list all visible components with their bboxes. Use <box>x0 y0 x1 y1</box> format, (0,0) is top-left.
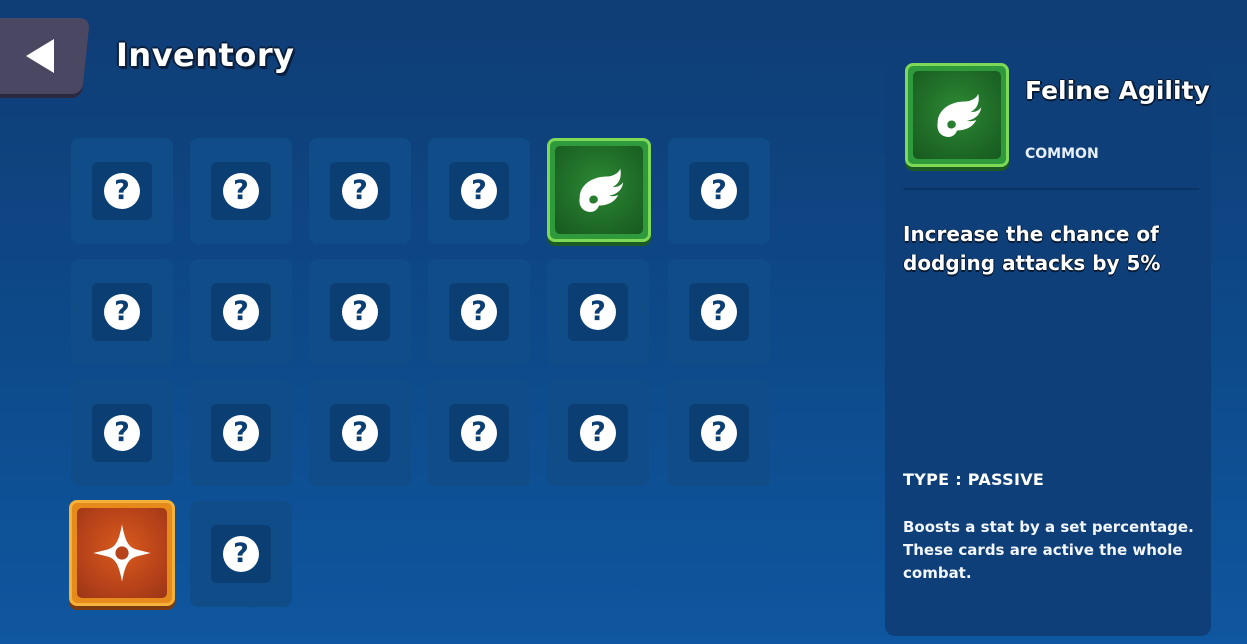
inventory-slot-locked[interactable]: ? <box>547 380 649 486</box>
question-mark-icon: ? <box>701 415 737 451</box>
card-detail-panel: Feline Agility COMMON Increase the chanc… <box>885 48 1211 636</box>
inventory-slot-locked[interactable]: ? <box>428 259 530 365</box>
card-rarity: COMMON <box>1025 146 1099 162</box>
question-mark-icon: ? <box>104 294 140 330</box>
question-mark-icon: ? <box>461 415 497 451</box>
inventory-slot-locked[interactable]: ? <box>190 259 292 365</box>
inventory-slot-locked[interactable]: ? <box>71 380 173 486</box>
card-type: TYPE : PASSIVE <box>903 470 1045 489</box>
question-mark-icon: ? <box>104 415 140 451</box>
inventory-slot-locked[interactable]: ? <box>190 380 292 486</box>
wing-icon <box>579 168 624 212</box>
inventory-slot-locked[interactable]: ? <box>190 138 292 244</box>
inventory-grid: ? ? ? ? ? ? ? ? ? ? ? ? ? ? ? ? ? ? <box>69 138 771 608</box>
page-title: Inventory <box>116 36 295 74</box>
inventory-slot-locked[interactable]: ? <box>668 138 770 244</box>
question-mark-icon: ? <box>342 173 378 209</box>
question-mark-icon: ? <box>580 294 616 330</box>
divider <box>903 188 1199 190</box>
inventory-slot-locked[interactable]: ? <box>71 138 173 244</box>
question-mark-icon: ? <box>701 173 737 209</box>
question-mark-icon: ? <box>223 536 259 572</box>
inventory-slot-locked[interactable]: ? <box>428 138 530 244</box>
inventory-slot-locked[interactable]: ? <box>668 380 770 486</box>
inventory-slot-locked[interactable]: ? <box>547 259 649 365</box>
inventory-card-shuriken[interactable] <box>69 500 175 606</box>
question-mark-icon: ? <box>104 173 140 209</box>
detail-card-thumbnail <box>905 63 1009 167</box>
question-mark-icon: ? <box>223 415 259 451</box>
inventory-slot-locked[interactable]: ? <box>190 501 292 607</box>
back-arrow-icon <box>25 39 54 73</box>
question-mark-icon: ? <box>701 294 737 330</box>
question-mark-icon: ? <box>580 415 616 451</box>
inventory-slot-locked[interactable]: ? <box>428 380 530 486</box>
card-name: Feline Agility <box>1025 76 1210 105</box>
inventory-slot-locked[interactable]: ? <box>668 259 770 365</box>
question-mark-icon: ? <box>223 173 259 209</box>
question-mark-icon: ? <box>342 294 378 330</box>
card-type-description: Boosts a stat by a set percentage. These… <box>903 518 1194 582</box>
question-mark-icon: ? <box>223 294 259 330</box>
question-mark-icon: ? <box>461 173 497 209</box>
inventory-slot-locked[interactable]: ? <box>71 259 173 365</box>
shuriken-icon <box>93 524 151 582</box>
inventory-slot-locked[interactable]: ? <box>309 138 411 244</box>
question-mark-icon: ? <box>461 294 497 330</box>
inventory-slot-locked[interactable]: ? <box>309 259 411 365</box>
wing-icon <box>937 93 982 137</box>
inventory-slot-locked[interactable]: ? <box>309 380 411 486</box>
card-description: Increase the chance of dodging attacks b… <box>903 222 1161 275</box>
inventory-card-feline-agility[interactable] <box>547 138 651 242</box>
question-mark-icon: ? <box>342 415 378 451</box>
back-button[interactable] <box>0 18 90 94</box>
